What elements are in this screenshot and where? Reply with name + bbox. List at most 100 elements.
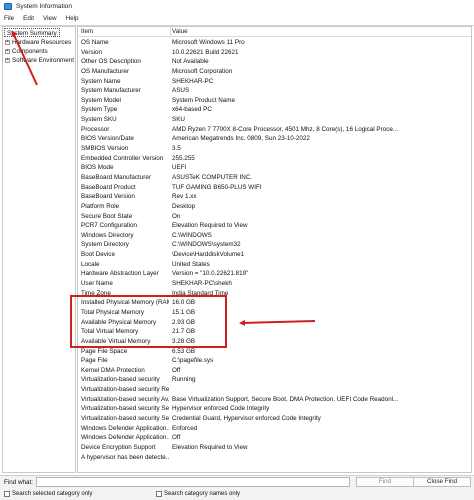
table-row[interactable]: Hardware Abstraction Layer Version = "10.… bbox=[78, 269, 471, 279]
table-row[interactable]: Device Encryption Support Elevation Requi… bbox=[78, 443, 471, 453]
table-row[interactable]: Kernel DMA Protection Off bbox=[78, 366, 471, 376]
table-row[interactable]: Virtualization-based security Se... Hyper… bbox=[78, 404, 471, 414]
tree-item-label: Hardware Resources bbox=[12, 39, 72, 46]
table-row[interactable]: Platform Role Desktop bbox=[78, 202, 471, 212]
row-value: 255.255 bbox=[172, 154, 195, 162]
row-item: Other OS Description bbox=[81, 58, 141, 66]
table-row[interactable]: System SKU SKU bbox=[78, 115, 471, 125]
find-label: Find what: bbox=[4, 479, 34, 486]
row-item: User Name bbox=[81, 280, 113, 288]
row-value: On bbox=[172, 212, 181, 220]
table-row[interactable]: Locale United States bbox=[78, 260, 471, 270]
find-input[interactable] bbox=[36, 477, 350, 487]
table-row[interactable]: Boot Device \Device\HarddiskVolume1 bbox=[78, 250, 471, 260]
row-item: Virtualization-based security Se... bbox=[81, 414, 169, 422]
checkbox-box[interactable] bbox=[4, 491, 10, 497]
menu-help[interactable]: Help bbox=[66, 15, 79, 22]
row-value: x64-based PC bbox=[172, 106, 212, 114]
search-category-names-checkbox[interactable]: Search category names only bbox=[156, 491, 240, 497]
table-row[interactable]: User Name SHEKHAR-PC\shekh bbox=[78, 279, 471, 289]
column-header-value[interactable]: Value bbox=[172, 27, 188, 37]
row-value: UEFI bbox=[172, 164, 187, 172]
table-row[interactable]: SMBIOS Version 3.5 bbox=[78, 144, 471, 154]
table-row[interactable]: Processor AMD Ryzen 7 7700X 8-Core Proces… bbox=[78, 125, 471, 135]
row-item: Secure Boot State bbox=[81, 212, 133, 220]
table-row[interactable]: BaseBoard Manufacturer ASUSTeK COMPUTER I… bbox=[78, 173, 471, 183]
row-item: System Type bbox=[81, 106, 118, 114]
row-value: Running bbox=[172, 376, 196, 384]
row-item: Platform Role bbox=[81, 202, 120, 210]
row-value: Microsoft Windows 11 Pro bbox=[172, 39, 245, 46]
table-row[interactable]: BIOS Version/Date American Megatrends Inc… bbox=[78, 134, 471, 144]
tree-item-label: Software Environment bbox=[12, 57, 74, 64]
table-row[interactable]: Secure Boot State On bbox=[78, 212, 471, 222]
row-item: OS Manufacturer bbox=[81, 67, 129, 75]
table-row[interactable]: System Type x64-based PC bbox=[78, 105, 471, 115]
row-item: System Name bbox=[81, 77, 121, 85]
expand-icon[interactable]: + bbox=[5, 40, 10, 45]
column-header-item[interactable]: Item bbox=[81, 27, 93, 37]
row-item: Windows Defender Application... bbox=[81, 424, 169, 432]
close-find-button[interactable]: Close Find bbox=[413, 477, 471, 487]
table-row[interactable]: System Model System Product Name bbox=[78, 96, 471, 106]
table-row[interactable]: A hypervisor has been detecte... bbox=[78, 453, 471, 463]
title-bar: System Information bbox=[0, 0, 474, 13]
table-row[interactable]: Virtualization-based security Av... Base … bbox=[78, 395, 471, 405]
table-row[interactable]: Windows Directory C:\WINDOWS bbox=[78, 231, 471, 241]
menu-edit[interactable]: Edit bbox=[23, 15, 34, 22]
checkbox-box[interactable] bbox=[156, 491, 162, 497]
row-item: Windows Directory bbox=[81, 231, 134, 239]
tree-item-software-environment[interactable]: + Software Environment bbox=[5, 56, 74, 65]
table-row[interactable]: BaseBoard Version Rev 1.xx bbox=[78, 192, 471, 202]
table-row[interactable]: System Manufacturer ASUS bbox=[78, 86, 471, 96]
tree-item-hardware-resources[interactable]: + Hardware Resources bbox=[5, 38, 71, 47]
search-selected-category-checkbox[interactable]: Search selected category only bbox=[4, 491, 92, 497]
table-row[interactable]: Page File C:\pagefile.sys bbox=[78, 356, 471, 366]
tree-item-components[interactable]: + Components bbox=[5, 47, 48, 56]
table-row[interactable]: System Name SHEKHAR-PC bbox=[78, 77, 471, 87]
table-row[interactable]: BaseBoard Product TUF GAMING B650-PLUS WI… bbox=[78, 183, 471, 193]
row-item: Virtualization-based security Av... bbox=[81, 395, 169, 403]
row-value: 3.5 bbox=[172, 145, 181, 153]
row-item: System Directory bbox=[81, 241, 129, 249]
expand-icon[interactable]: + bbox=[5, 58, 10, 63]
menu-file[interactable]: File bbox=[4, 15, 14, 22]
row-item: Virtualization-based security bbox=[81, 376, 160, 384]
category-tree[interactable]: System Summary + Hardware Resources + Comp… bbox=[2, 26, 76, 473]
row-item: BaseBoard Product bbox=[81, 183, 136, 191]
menu-view[interactable]: View bbox=[43, 15, 57, 22]
table-row[interactable]: BIOS Mode UEFI bbox=[78, 163, 471, 173]
row-value: TUF GAMING B650-PLUS WIFI bbox=[172, 183, 262, 191]
row-item: Device Encryption Support bbox=[81, 443, 156, 451]
table-row[interactable]: OS Name Microsoft Windows 11 Pro bbox=[78, 38, 471, 48]
find-button[interactable]: Find bbox=[356, 477, 414, 487]
expand-icon[interactable]: + bbox=[5, 49, 10, 54]
tree-item-system-summary[interactable]: System Summary bbox=[4, 28, 60, 37]
menu-bar: File Edit View Help bbox=[0, 13, 474, 24]
table-row[interactable]: Virtualization-based security Se... Crede… bbox=[78, 414, 471, 424]
row-value: \Device\HarddiskVolume1 bbox=[172, 251, 245, 259]
row-value: Elevation Required to View bbox=[172, 443, 248, 451]
table-row[interactable]: Virtualization-based security Re... bbox=[78, 385, 471, 395]
row-value: AMD Ryzen 7 7700X 8-Core Processor, 4501… bbox=[172, 125, 399, 133]
row-item: Virtualization-based security Se... bbox=[81, 405, 169, 413]
row-item: BaseBoard Version bbox=[81, 193, 135, 201]
table-row[interactable]: Other OS Description Not Available bbox=[78, 57, 471, 67]
column-divider[interactable] bbox=[170, 27, 171, 37]
row-value: ASUSTeK COMPUTER INC. bbox=[172, 173, 253, 181]
table-row[interactable]: System Directory C:\WINDOWS\system32 bbox=[78, 240, 471, 250]
system-information-icon bbox=[4, 3, 12, 10]
row-item: Boot Device bbox=[81, 251, 115, 259]
table-row[interactable]: Embedded Controller Version 255.255 bbox=[78, 154, 471, 164]
row-value: ASUS bbox=[172, 87, 190, 95]
table-row[interactable]: Windows Defender Application... Off bbox=[78, 433, 471, 443]
table-row[interactable]: Virtualization-based security Running bbox=[78, 375, 471, 385]
row-value: Off bbox=[172, 366, 181, 374]
table-row[interactable]: Windows Defender Application... Enforced bbox=[78, 424, 471, 434]
table-row[interactable]: OS Manufacturer Microsoft Corporation bbox=[78, 67, 471, 77]
row-value: United States bbox=[172, 260, 210, 268]
row-item: SMBIOS Version bbox=[81, 145, 129, 153]
table-row[interactable]: Version 10.0.22621 Build 22621 bbox=[78, 48, 471, 58]
system-summary-table[interactable]: Item Value OS Name Microsoft Windows 11 P… bbox=[77, 26, 472, 473]
table-row[interactable]: PCR7 Configuration Elevation Required to … bbox=[78, 221, 471, 231]
